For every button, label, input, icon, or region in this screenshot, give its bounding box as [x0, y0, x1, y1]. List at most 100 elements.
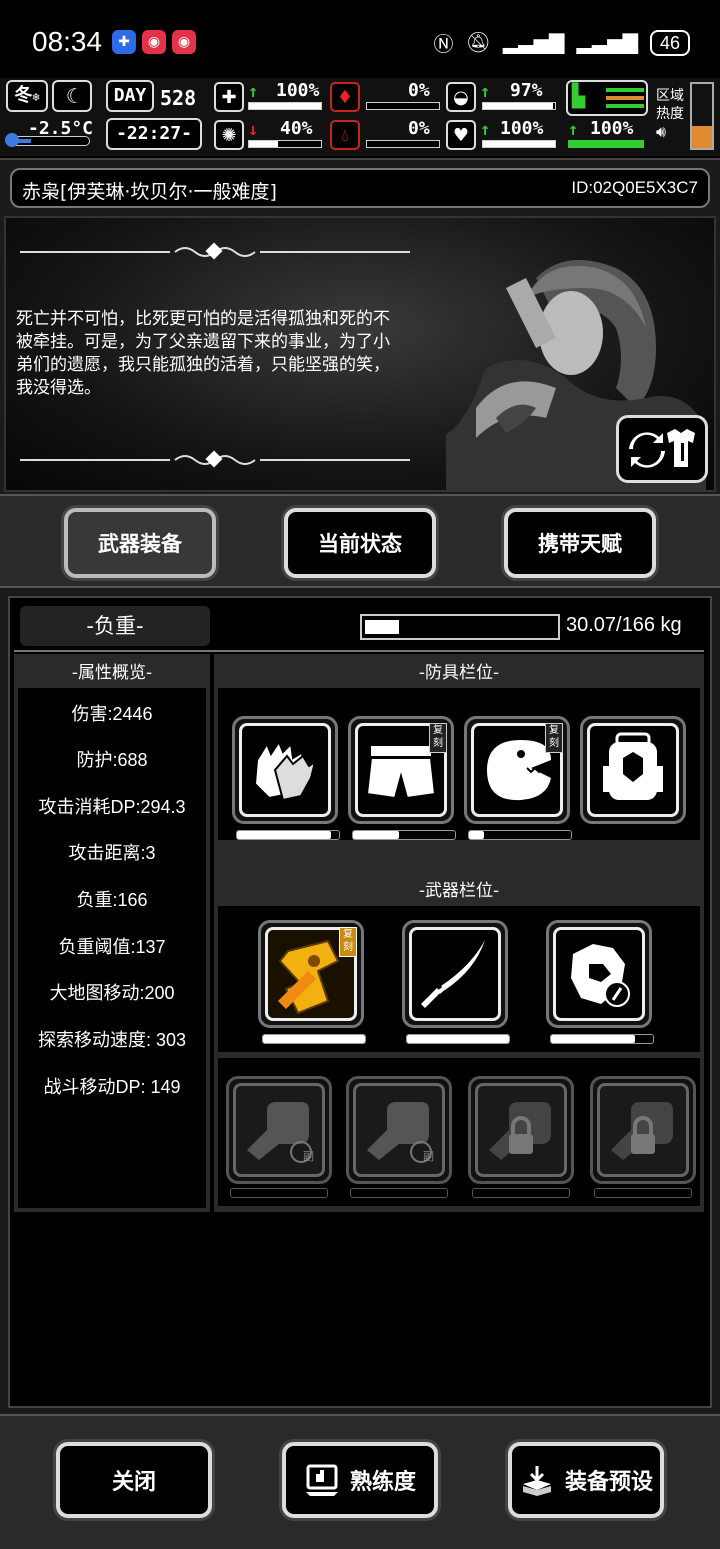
character-name-bar: 赤枭[伊芙琳·坎贝尔·一般难度] ID:02Q0E5X3C7 [10, 168, 710, 208]
change-outfit-icon [629, 429, 695, 468]
stat-carry-threshold: 负重阈值:137 [58, 937, 166, 957]
equipment-panel: -负重- 30.07/166 kg -属性概览- 伤害:2446 防护:688 … [8, 596, 712, 1408]
secondary-slot-3-frame [475, 1083, 567, 1177]
lock-icon [489, 1102, 551, 1160]
stat-carry-weight: 负重:166 [76, 890, 148, 910]
thermometer-icon [5, 133, 90, 147]
weapon-slots: 复刻 [218, 906, 700, 1052]
armor-slot-backpack[interactable] [580, 716, 686, 824]
proficiency-icon [305, 1464, 338, 1496]
stamina-arrow: ↑ [480, 82, 491, 102]
armor-title: -防具栏位- [418, 663, 500, 683]
status-right-icons: Ⓝ 🔕︎ ▂▃▅▇ ▂▃▅▇ 46 [434, 28, 690, 57]
secondary-slot-1[interactable]: 副 [226, 1076, 332, 1184]
signal-icon: ▂▃▅▇ [502, 32, 565, 54]
mental-bar [248, 140, 322, 148]
weapon-slot-armor-plate-frame [553, 927, 645, 1021]
tab-carried-talents[interactable]: 携带天赋 [504, 508, 656, 578]
stat-combat-move-dp: 战斗移动DP: 149 [43, 1077, 181, 1097]
character-story-card: 死亡并不可怕，比死更可怕的是活得孤独和死的不被牵挂。可是，为了父亲遗留下来的事业… [4, 216, 716, 492]
replica-tag: 复刻 [545, 723, 563, 753]
weight-value: 30.07/166 kg [566, 614, 682, 636]
blood-percent: 0% [408, 118, 430, 139]
ornament-divider-bottom [20, 450, 410, 468]
weapon-slot-golden-gun[interactable]: 复刻 [258, 920, 364, 1028]
weapon-slot-katana-frame [409, 927, 501, 1021]
stats-overview: -属性概览- 伤害:2446 防护:688 攻击消耗DP:294.3 攻击距离:… [14, 654, 210, 1212]
secondary-slot-2-bar [350, 1188, 448, 1198]
weapon-slot-armor-plate[interactable] [546, 920, 652, 1028]
blood-drop-icon: 💧︎ [330, 120, 360, 150]
replica-tag: 复刻 [429, 723, 447, 753]
armor-plate-icon [571, 944, 630, 1007]
secondary-slot-3-locked[interactable] [468, 1076, 574, 1184]
stat-explore-speed: 探索移动速度: 303 [37, 1030, 187, 1050]
boot-icon: ▙ [572, 84, 586, 109]
armor-dino-mask-durability [468, 830, 572, 840]
secondary-slot-1-bar [230, 1188, 328, 1198]
proficiency-button[interactable]: 熟练度 [282, 1442, 438, 1518]
secondary-slot-4-bar [594, 1188, 692, 1198]
tab-bar: 武器装备 当前状态 携带天赋 [0, 494, 720, 588]
heart-bar [482, 140, 556, 148]
gloves-icon [253, 739, 317, 802]
status-time: 08:34 [32, 26, 103, 57]
stamina-bar [482, 102, 556, 110]
day-number: 528 [160, 86, 197, 110]
secondary-slot-4-locked[interactable] [590, 1076, 696, 1184]
red-app-icon: ◉ [172, 30, 196, 54]
character-bio: 死亡并不可怕，比死更可怕的是活得孤独和死的不被牵挂。可是，为了父亲遗留下来的事业… [16, 309, 390, 398]
character-name: 赤枭[伊芙琳·坎贝尔·一般难度] [22, 181, 277, 203]
mute-icon: 🔕︎ [465, 32, 491, 54]
blue-app-icon: ✚ [112, 30, 136, 54]
lock-icon [611, 1102, 673, 1160]
armor-slots: 复刻 复刻 [218, 688, 700, 840]
proficiency-button-label: 熟练度 [349, 1470, 416, 1495]
armor-slot-gloves-frame [239, 723, 331, 817]
boots-indicator: ▙ [566, 80, 648, 116]
zone-heat-meter [690, 82, 714, 150]
heart-arrow: ↑ [480, 120, 491, 140]
tab-weapons-equipment[interactable]: 武器装备 [64, 508, 216, 578]
hunger-bar [366, 102, 440, 110]
brain-icon: ✺ [214, 120, 244, 150]
speaker-icon[interactable]: 🔊︎ [656, 122, 666, 141]
stats-title: -属性概览- [71, 663, 153, 683]
armor-slot-shorts[interactable]: 复刻 [348, 716, 454, 824]
armor-slot-dino-mask[interactable]: 复刻 [464, 716, 570, 824]
slots-panel: -防具栏位- 复刻 复刻 -武器栏位- 复刻 副 副 [214, 654, 704, 1212]
replica-tag: 复刻 [339, 927, 357, 957]
close-button[interactable]: 关闭 [56, 1442, 212, 1518]
backpack-icon [603, 732, 663, 800]
health-percent: 100% [276, 80, 320, 101]
season-label: 冬 [14, 85, 33, 106]
ornament-divider-top [20, 242, 410, 260]
medkit-icon: ✚ [214, 82, 244, 112]
armor-gloves-durability [236, 830, 340, 840]
weapon-slot-katana[interactable] [402, 920, 508, 1028]
secondary-slot-2[interactable]: 副 [346, 1076, 452, 1184]
mental-arrow: ↓ [248, 120, 259, 140]
health-arrow: ↑ [248, 82, 259, 102]
game-clock: -22:27- [106, 118, 202, 150]
tab-current-status[interactable]: 当前状态 [284, 508, 436, 578]
change-outfit-button[interactable] [616, 415, 708, 483]
season-badge: 冬❄ [6, 80, 48, 112]
secondary-weapon-slots: 副 副 [218, 1058, 700, 1206]
katana-icon [421, 940, 485, 1008]
armor-slot-gloves[interactable] [232, 716, 338, 824]
battery-icon: 46 [649, 29, 690, 56]
status-app-icons: ✚ ◉ ◉ [112, 30, 196, 54]
equipment-preset-button[interactable]: 装备预设 [508, 1442, 664, 1518]
signal-icon: ▂▃▅▇ [576, 32, 638, 54]
zone-heat-label: 区域热度 🔊︎ [656, 88, 684, 141]
weapon-golden-gun-durability [262, 1034, 366, 1044]
stamina-icon: ◒ [446, 82, 476, 112]
stat-map-movement: 大地图移动:200 [49, 983, 175, 1003]
health-bar [248, 102, 322, 110]
snow-icon: ❄ [32, 90, 40, 104]
equipment-preset-icon [522, 1466, 551, 1496]
night-moon-icon: ☾ [52, 80, 92, 112]
secondary-badge: 副 [303, 1150, 314, 1163]
weapon-katana-durability [406, 1034, 510, 1044]
